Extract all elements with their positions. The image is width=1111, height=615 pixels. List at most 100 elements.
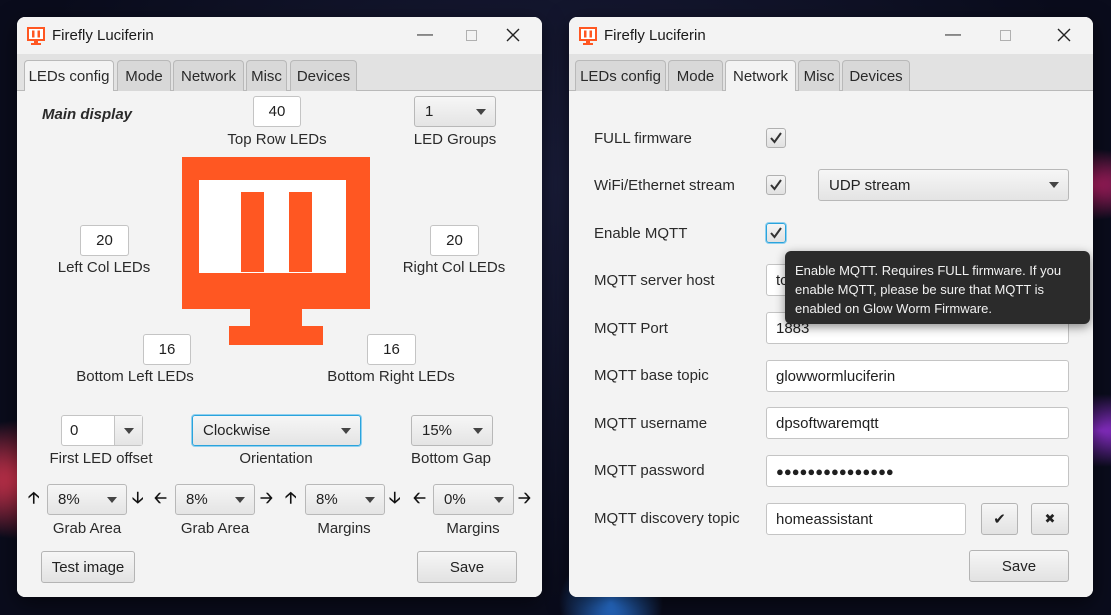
mqtt-server-host-label: MQTT server host <box>594 272 715 289</box>
mqtt-port-label: MQTT Port <box>594 320 668 337</box>
bottom-gap-value: 15% <box>422 422 453 439</box>
led-groups-label: LED Groups <box>413 131 497 148</box>
close-icon: ✖ <box>1044 511 1056 526</box>
arrow-right-icon: 🡢 <box>260 490 273 507</box>
right-col-leds-input[interactable]: 20 <box>430 225 479 256</box>
tab-mode[interactable]: Mode <box>668 60 723 91</box>
save-button[interactable]: Save <box>969 550 1069 582</box>
orientation-label: Orientation <box>239 450 313 467</box>
mqtt-discovery-topic-input[interactable]: homeassistant <box>766 503 966 535</box>
tab-leds-config[interactable]: LEDs config <box>24 60 114 92</box>
enable-mqtt-tooltip: Enable MQTT. Requires FULL firmware. If … <box>785 251 1090 324</box>
arrow-left-icon: 🡠 <box>154 490 167 507</box>
chevron-down-icon <box>494 496 504 503</box>
margins-left-label: Margins <box>446 520 500 537</box>
tab-mode[interactable]: Mode <box>117 60 171 91</box>
bottom-right-leds-label: Bottom Right LEDs <box>327 368 455 385</box>
check-icon: ✔ <box>993 511 1006 528</box>
tab-bar: LEDs config Mode Network Misc Devices <box>569 54 1093 92</box>
tab-misc[interactable]: Misc <box>246 60 287 91</box>
arrow-down-icon: 🡣 <box>132 490 144 507</box>
margins-top-select[interactable]: 8% <box>305 484 385 515</box>
spinner-down-icon[interactable] <box>114 416 142 445</box>
bottom-left-leds-label: Bottom Left LEDs <box>76 368 194 385</box>
maximize-icon <box>999 29 1011 41</box>
right-window: Firefly Luciferin — LEDs config Mode Net… <box>569 17 1093 597</box>
top-row-leds-label: Top Row LEDs <box>227 131 327 148</box>
bottom-right-leds-input[interactable]: 16 <box>367 334 416 365</box>
window-title: Firefly Luciferin <box>52 27 154 44</box>
minimize-icon: — <box>417 26 433 43</box>
bottom-gap-select[interactable]: 15% <box>411 415 493 446</box>
minimize-icon: — <box>945 26 961 43</box>
close-button[interactable] <box>1041 17 1087 53</box>
mqtt-base-topic-input[interactable]: glowwormluciferin <box>766 360 1069 392</box>
arrow-right-icon: 🡢 <box>518 490 531 507</box>
maximize-button[interactable] <box>448 17 494 53</box>
save-button[interactable]: Save <box>417 551 517 583</box>
mqtt-username-label: MQTT username <box>594 415 708 432</box>
right-col-leds-label: Right Col LEDs <box>402 259 506 276</box>
mqtt-base-topic-label: MQTT base topic <box>594 367 709 384</box>
titlebar: Firefly Luciferin — <box>17 17 542 53</box>
enable-mqtt-checkbox[interactable] <box>766 223 786 243</box>
full-firmware-checkbox[interactable] <box>766 128 786 148</box>
orientation-value: Clockwise <box>203 422 271 439</box>
tab-network[interactable]: Network <box>725 60 796 92</box>
left-col-leds-label: Left Col LEDs <box>57 259 151 276</box>
mqtt-discovery-topic-label: MQTT discovery topic <box>594 510 740 527</box>
titlebar: Firefly Luciferin — <box>569 17 1093 53</box>
arrow-down-icon: 🡣 <box>389 490 401 507</box>
grab-area-left-select[interactable]: 8% <box>175 484 255 515</box>
tab-devices[interactable]: Devices <box>842 60 910 91</box>
check-icon <box>770 132 782 144</box>
bottom-left-leds-input[interactable]: 16 <box>143 334 191 365</box>
tab-network[interactable]: Network <box>173 60 244 91</box>
tab-misc[interactable]: Misc <box>798 60 840 91</box>
close-icon <box>1057 28 1071 42</box>
orientation-select[interactable]: Clockwise <box>192 415 361 446</box>
chevron-down-icon <box>365 496 375 503</box>
discovery-confirm-button[interactable]: ✔ <box>981 503 1018 535</box>
led-groups-select[interactable]: 1 <box>414 96 496 127</box>
close-button[interactable] <box>490 17 536 53</box>
chevron-down-icon <box>235 496 245 503</box>
left-window: Firefly Luciferin — LEDs config Mode Net… <box>17 17 542 597</box>
close-icon <box>506 28 520 42</box>
mqtt-username-input[interactable]: dpsoftwaremqtt <box>766 407 1069 439</box>
grab-area-left-label: Grab Area <box>180 520 250 537</box>
grab-area-top-label: Grab Area <box>52 520 122 537</box>
wifi-stream-label: WiFi/Ethernet stream <box>594 177 735 194</box>
maximize-button[interactable] <box>982 17 1028 53</box>
left-col-leds-input[interactable]: 20 <box>80 225 129 256</box>
stream-type-value: UDP stream <box>829 176 911 194</box>
tab-devices[interactable]: Devices <box>290 60 357 91</box>
test-image-button[interactable]: Test image <box>41 551 135 583</box>
arrow-left-icon: 🡠 <box>413 490 426 507</box>
margins-left-select[interactable]: 0% <box>433 484 514 515</box>
check-icon <box>770 179 782 191</box>
tab-bar: LEDs config Mode Network Misc Devices <box>17 54 542 92</box>
stream-type-select[interactable]: UDP stream <box>818 169 1069 201</box>
minimize-button[interactable]: — <box>402 17 448 53</box>
arrow-up-icon: 🡡 <box>28 490 40 507</box>
chevron-down-icon <box>107 496 117 503</box>
grab-area-top-select[interactable]: 8% <box>47 484 127 515</box>
app-icon <box>579 27 597 45</box>
app-icon <box>27 27 45 45</box>
mqtt-password-input[interactable]: ●●●●●●●●●●●●●●● <box>766 455 1069 487</box>
window-title: Firefly Luciferin <box>604 27 706 44</box>
top-row-leds-input[interactable]: 40 <box>253 96 301 127</box>
minimize-button[interactable]: — <box>930 17 976 53</box>
full-firmware-label: FULL firmware <box>594 130 692 147</box>
discovery-clear-button[interactable]: ✖ <box>1031 503 1069 535</box>
mqtt-password-label: MQTT password <box>594 462 705 479</box>
first-led-offset-value: 0 <box>70 422 79 439</box>
grab-area-top-value: 8% <box>58 491 80 508</box>
first-led-offset-spinner[interactable]: 0 <box>61 415 143 446</box>
margins-top-value: 8% <box>316 491 338 508</box>
wifi-stream-checkbox[interactable] <box>766 175 786 195</box>
tab-leds-config[interactable]: LEDs config <box>575 60 666 91</box>
maximize-icon <box>465 29 477 41</box>
led-groups-value: 1 <box>425 103 434 120</box>
